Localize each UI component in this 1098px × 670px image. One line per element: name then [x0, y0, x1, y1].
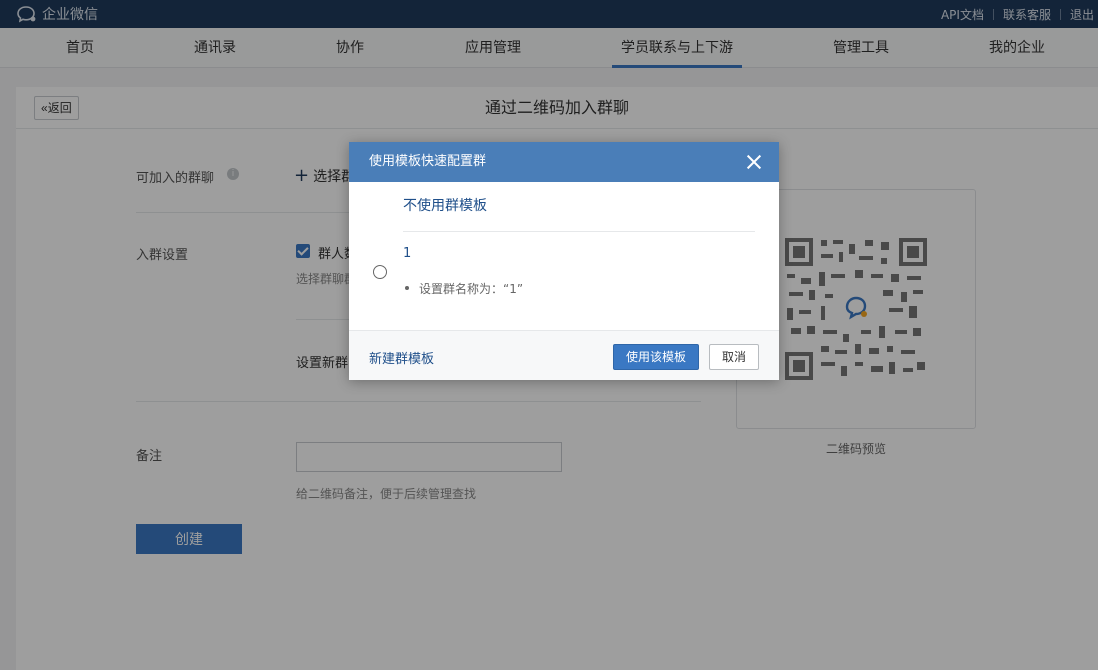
bullet-icon — [405, 286, 409, 290]
use-template-button[interactable]: 使用该模板 — [613, 344, 699, 370]
template-name[interactable]: 1 — [403, 246, 411, 261]
divider — [403, 231, 755, 232]
cancel-button[interactable]: 取消 — [709, 344, 759, 370]
template-radio[interactable] — [373, 265, 387, 279]
dialog-footer: 新建群模板 使用该模板 取消 — [349, 330, 779, 380]
dialog-title: 使用模板快速配置群 — [369, 154, 487, 169]
template-dialog: 使用模板快速配置群 不使用群模板 1 设置群名称为：“1” 新建群模板 使用该模… — [349, 142, 779, 380]
no-template-option[interactable]: 不使用群模板 — [403, 195, 487, 215]
new-template-link[interactable]: 新建群模板 — [369, 348, 434, 367]
template-detail: 设置群名称为：“1” — [419, 282, 524, 296]
close-icon[interactable] — [745, 153, 763, 171]
dialog-header: 使用模板快速配置群 — [349, 142, 779, 182]
